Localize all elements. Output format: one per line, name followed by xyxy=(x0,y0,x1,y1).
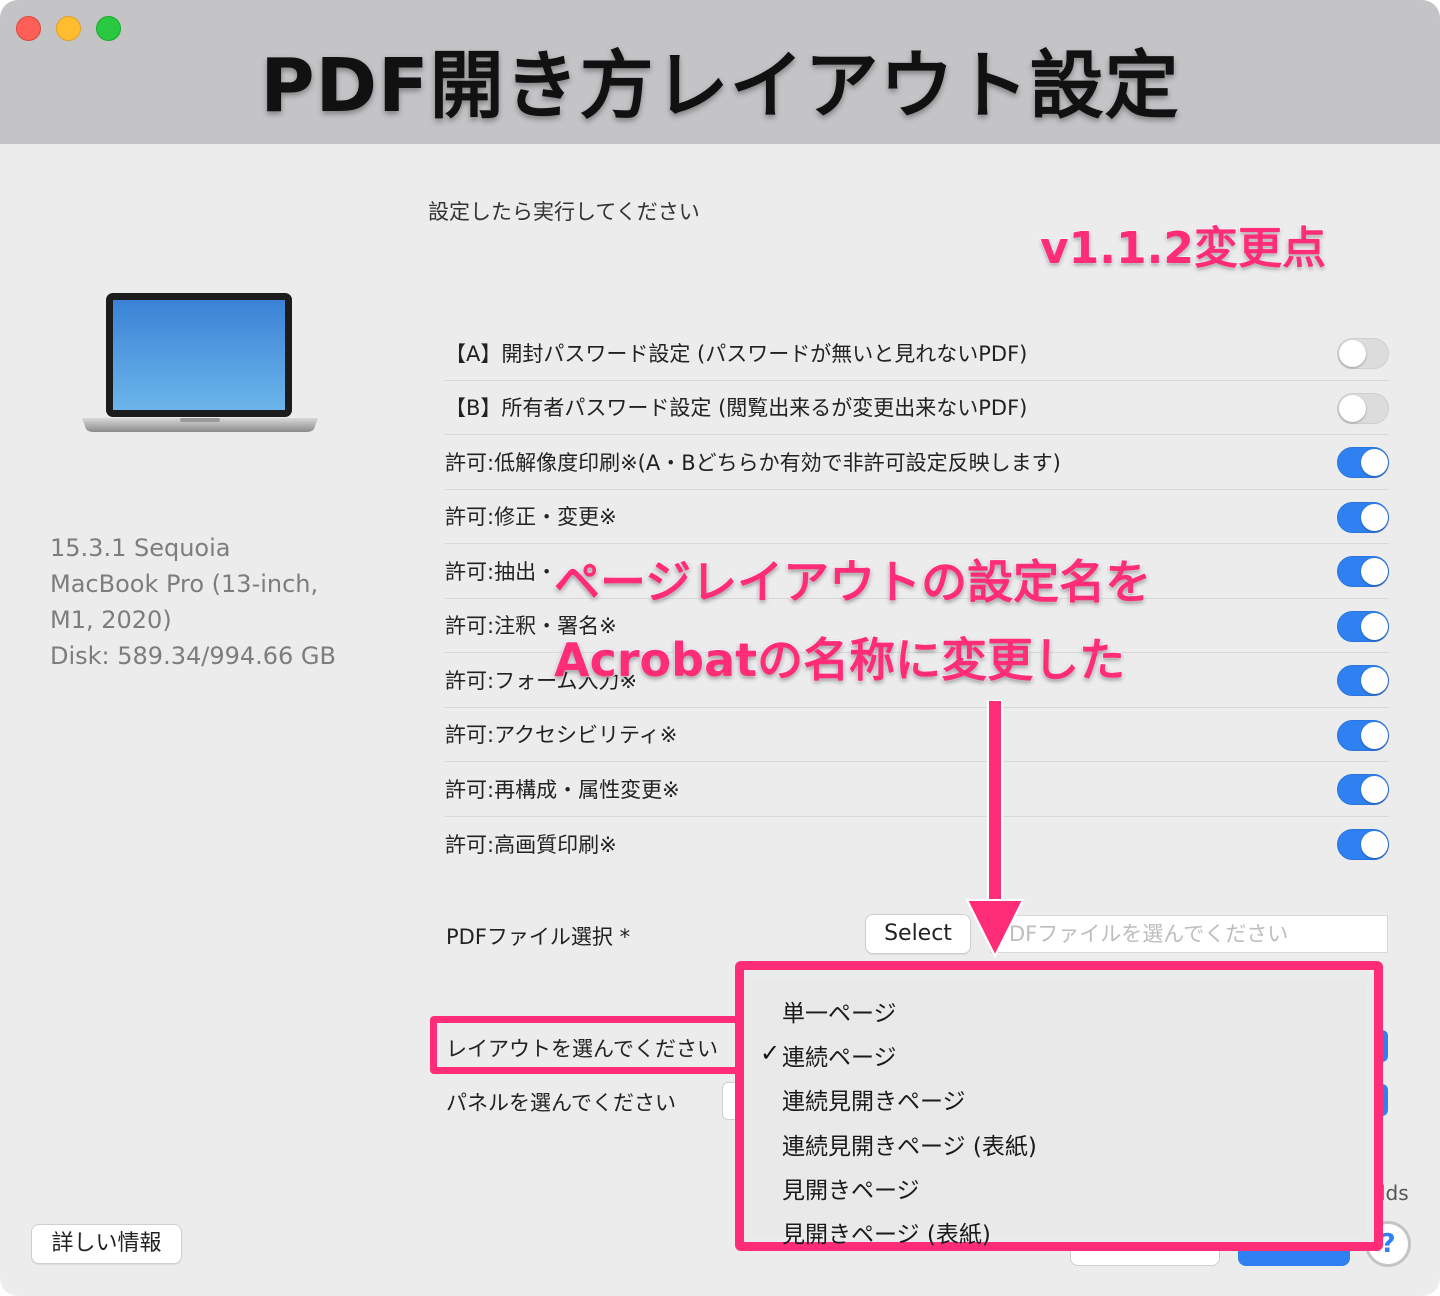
setting-label: 許可:低解像度印刷※(A・Bどちらか有効で非許可設定反映します) xyxy=(445,450,1061,475)
setting-toggle[interactable] xyxy=(1337,338,1389,369)
laptop-icon xyxy=(82,293,318,432)
setting-label: 許可:高画質印刷※ xyxy=(445,832,617,857)
truncated-label: lds xyxy=(1380,1181,1409,1205)
layout-menu-item[interactable]: 連続見開きページ xyxy=(782,1082,966,1116)
window-title: PDF開き方レイアウト設定 xyxy=(260,43,1180,129)
setting-row: 許可:アクセシビリティ※ xyxy=(445,708,1389,762)
setting-label: 許可:修正・変更※ xyxy=(445,505,617,530)
setting-toggle[interactable] xyxy=(1337,774,1389,805)
setting-label: 【A】開封パスワード設定 (パスワードが無いと見れないPDF) xyxy=(445,341,1028,366)
annotation-line-2: Acrobatの名称に変更した xyxy=(553,632,1126,688)
setting-toggle[interactable] xyxy=(1337,501,1389,533)
setting-toggle[interactable] xyxy=(1337,719,1389,751)
setting-row: 許可:高画質印刷※ xyxy=(445,817,1389,872)
pdf-file-label: PDFファイル選択 * xyxy=(446,925,631,949)
layout-menu-item[interactable]: 見開きページ (表紙) xyxy=(782,1215,991,1249)
setting-toggle[interactable] xyxy=(1337,610,1389,642)
setting-row: 許可:低解像度印刷※(A・Bどちらか有効で非許可設定反映します) xyxy=(445,435,1389,490)
layout-dropdown-menu: ✓ 単一ページ 連続ページ 連続見開きページ 連続見開きページ (表紙) 見開き… xyxy=(735,961,1383,1251)
version-note-annotation: v1.1.2変更点 xyxy=(1039,222,1327,275)
setting-label: 許可:アクセシビリティ※ xyxy=(445,723,678,748)
annotation-line-1: ページレイアウトの設定名を xyxy=(553,554,1152,610)
checkmark-icon: ✓ xyxy=(760,1039,781,1067)
setting-toggle[interactable] xyxy=(1337,556,1389,587)
layout-label-highlight xyxy=(430,1016,750,1074)
model-name: MacBook Pro (13-inch, xyxy=(50,570,319,598)
setting-toggle[interactable] xyxy=(1337,447,1389,478)
setting-row: 【B】所有者パスワード設定 (閲覧出来るが変更出来ないPDF) xyxy=(445,381,1389,435)
arrow-down-icon xyxy=(965,700,1025,959)
os-version: 15.3.1 Sequoia xyxy=(50,534,231,562)
app-window: PDF開き方レイアウト設定 設定したら実行してください v1.1.2変更点 15… xyxy=(0,0,1440,1296)
model-year: M1, 2020) xyxy=(50,606,172,634)
layout-menu-item[interactable]: 連続見開きページ (表紙) xyxy=(782,1127,1037,1161)
panel-label: パネルを選んでください xyxy=(446,1091,676,1115)
system-info: 15.3.1 Sequoia MacBook Pro (13-inch, M1,… xyxy=(50,530,336,674)
setting-toggle[interactable] xyxy=(1337,665,1389,696)
setting-label: 許可:抽出・ xyxy=(445,559,558,584)
layout-menu-list: ✓ 単一ページ 連続ページ 連続見開きページ 連続見開きページ (表紙) 見開き… xyxy=(752,978,1366,1248)
setting-toggle[interactable] xyxy=(1337,392,1389,424)
setting-label: 【B】所有者パスワード設定 (閲覧出来るが変更出来ないPDF) xyxy=(445,396,1028,421)
layout-menu-item[interactable]: 単一ページ xyxy=(782,994,897,1028)
pdf-file-path-field[interactable]: DFファイルを選んでください xyxy=(990,915,1388,953)
setting-label: 許可:再構成・属性変更※ xyxy=(445,777,680,802)
setting-row: 許可:再構成・属性変更※ xyxy=(445,762,1389,817)
details-button[interactable]: 詳しい情報 xyxy=(31,1224,182,1264)
setting-row: 【A】開封パスワード設定 (パスワードが無いと見れないPDF) xyxy=(445,326,1389,381)
layout-menu-item-selected[interactable]: 連続ページ xyxy=(782,1038,897,1072)
setting-row: 許可:修正・変更※ xyxy=(445,490,1389,544)
select-file-button[interactable]: Select xyxy=(865,914,971,954)
instruction-text: 設定したら実行してください xyxy=(428,200,700,224)
disk-usage: Disk: 589.34/994.66 GB xyxy=(50,642,336,670)
title-bar: PDF開き方レイアウト設定 xyxy=(0,0,1440,144)
setting-toggle[interactable] xyxy=(1337,828,1389,860)
layout-menu-item[interactable]: 見開きページ xyxy=(782,1171,920,1205)
